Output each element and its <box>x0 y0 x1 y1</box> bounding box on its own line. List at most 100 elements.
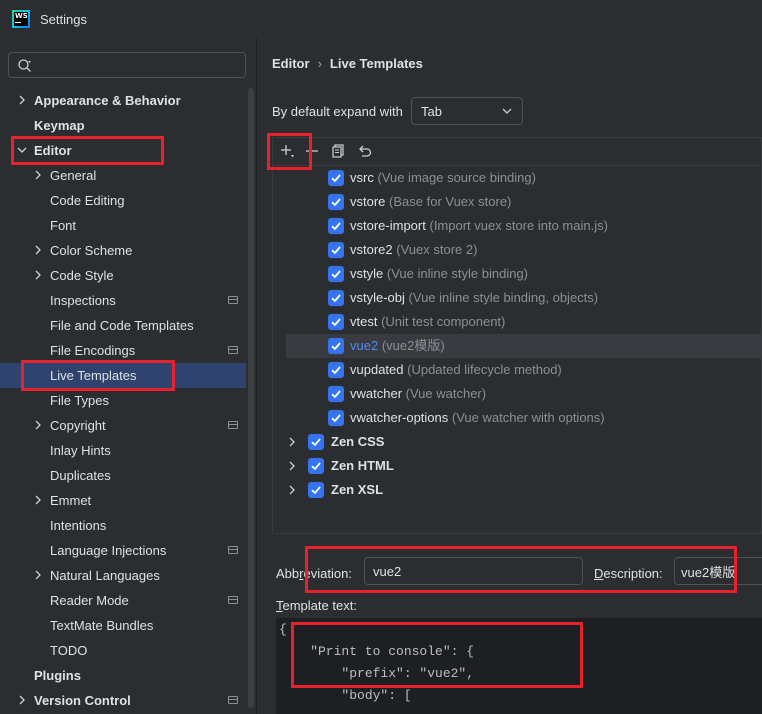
sidebar-item-editor[interactable]: Editor <box>0 138 246 163</box>
sidebar-scrollbar[interactable] <box>248 88 254 708</box>
sidebar-item-inspections[interactable]: Inspections <box>0 288 246 313</box>
sidebar-item-appearance-behavior[interactable]: Appearance & Behavior <box>0 88 246 113</box>
template-row[interactable]: vsrc (Vue image source binding) <box>273 166 761 190</box>
search-box[interactable] <box>8 52 246 78</box>
chevron-right-icon[interactable] <box>33 570 43 580</box>
abbreviation-input[interactable] <box>364 557 583 585</box>
sidebar-item-textmate-bundles[interactable]: TextMate Bundles <box>0 613 246 638</box>
template-description: (Vue inline style binding) <box>386 266 529 281</box>
copy-icon[interactable] <box>330 143 346 159</box>
chevron-right-icon[interactable] <box>33 495 43 505</box>
template-item: vsrc (Vue image source binding) <box>350 166 536 190</box>
checkbox[interactable] <box>328 362 344 378</box>
sidebar-item-color-scheme[interactable]: Color Scheme <box>0 238 246 263</box>
code-line: { <box>279 622 287 637</box>
checkbox[interactable] <box>308 482 324 498</box>
sidebar-item-duplicates[interactable]: Duplicates <box>0 463 246 488</box>
template-row[interactable]: vupdated (Updated lifecycle method) <box>273 358 761 382</box>
template-row[interactable]: vstyle-obj (Vue inline style binding, ob… <box>273 286 761 310</box>
sidebar-item-intentions[interactable]: Intentions <box>0 513 246 538</box>
project-level-icon <box>228 696 238 704</box>
sidebar-item-copyright[interactable]: Copyright <box>0 413 246 438</box>
sidebar-item-inlay-hints[interactable]: Inlay Hints <box>0 438 246 463</box>
sidebar-item-file-types[interactable]: File Types <box>0 388 246 413</box>
sidebar-item-general[interactable]: General <box>0 163 246 188</box>
chevron-right-icon[interactable] <box>33 420 43 430</box>
template-description: (Updated lifecycle method) <box>407 362 562 377</box>
template-row[interactable]: vstore2 (Vuex store 2) <box>273 238 761 262</box>
template-row[interactable]: vstyle (Vue inline style binding) <box>273 262 761 286</box>
sidebar-item-code-editing[interactable]: Code Editing <box>0 188 246 213</box>
sidebar-item-language-injections[interactable]: Language Injections <box>0 538 246 563</box>
template-name: vstore <box>350 194 386 209</box>
sidebar-item-file-and-code-templates[interactable]: File and Code Templates <box>0 313 246 338</box>
sidebar-item-label: General <box>50 168 97 183</box>
sidebar-item-todo[interactable]: TODO <box>0 638 246 663</box>
template-item: vstore-import (Import vuex store into ma… <box>350 214 608 238</box>
template-item: vstore2 (Vuex store 2) <box>350 238 477 262</box>
checkbox[interactable] <box>308 434 324 450</box>
checkbox[interactable] <box>328 170 344 186</box>
chevron-right-icon[interactable] <box>287 437 297 447</box>
checkbox[interactable] <box>328 242 344 258</box>
template-row[interactable]: vtest (Unit test component) <box>273 310 761 334</box>
sidebar-item-keymap[interactable]: Keymap <box>0 113 246 138</box>
checkbox[interactable] <box>328 266 344 282</box>
checkbox[interactable] <box>328 386 344 402</box>
sidebar-item-plugins[interactable]: Plugins <box>0 663 246 688</box>
project-level-icon <box>228 596 238 604</box>
sidebar-item-reader-mode[interactable]: Reader Mode <box>0 588 246 613</box>
checkbox[interactable] <box>308 458 324 474</box>
checkbox[interactable] <box>328 290 344 306</box>
sidebar-item-live-templates[interactable]: Live Templates <box>0 363 246 388</box>
checkmark-icon <box>331 246 341 255</box>
template-group-name: Zen XSL <box>331 482 384 497</box>
checkmark-icon <box>331 342 341 351</box>
template-description: (Vuex store 2) <box>396 242 478 257</box>
template-item: vstyle-obj (Vue inline style binding, ob… <box>350 286 598 310</box>
sidebar-item-code-style[interactable]: Code Style <box>0 263 246 288</box>
template-text-editor[interactable]: { "Print to console": { "prefix": "vue2"… <box>276 618 762 714</box>
description-label: Description: <box>594 566 663 581</box>
checkbox[interactable] <box>328 314 344 330</box>
checkbox[interactable] <box>328 194 344 210</box>
sidebar-item-font[interactable]: Font <box>0 213 246 238</box>
template-name: vstyle <box>350 266 384 281</box>
template-row[interactable]: vwatcher (Vue watcher) <box>273 382 761 406</box>
checkbox[interactable] <box>328 218 344 234</box>
template-row[interactable]: vstore (Base for Vuex store) <box>273 190 761 214</box>
checkbox[interactable] <box>328 338 344 354</box>
add-icon[interactable] <box>279 143 295 159</box>
chevron-right-icon[interactable] <box>33 170 43 180</box>
chevron-right-icon[interactable] <box>33 245 43 255</box>
sidebar-item-label: Code Editing <box>50 193 125 208</box>
template-row[interactable]: vue2 (vue2模版) <box>286 334 761 358</box>
search-input[interactable] <box>39 56 243 76</box>
breadcrumb-separator-icon: › <box>317 56 322 71</box>
description-input[interactable] <box>674 557 762 585</box>
template-row[interactable]: vstore-import (Import vuex store into ma… <box>273 214 761 238</box>
template-group-row[interactable]: Zen HTML <box>273 454 761 478</box>
chevron-down-icon[interactable] <box>17 145 27 155</box>
chevron-right-icon[interactable] <box>17 695 27 705</box>
sidebar-item-file-encodings[interactable]: File Encodings <box>0 338 246 363</box>
chevron-right-icon[interactable] <box>287 485 297 495</box>
chevron-right-icon[interactable] <box>17 95 27 105</box>
chevron-right-icon[interactable] <box>33 270 43 280</box>
sidebar-item-emmet[interactable]: Emmet <box>0 488 246 513</box>
chevron-right-icon[interactable] <box>287 461 297 471</box>
checkbox[interactable] <box>328 410 344 426</box>
project-level-icon <box>228 546 238 554</box>
breadcrumb-parent[interactable]: Editor <box>272 56 310 71</box>
remove-icon[interactable] <box>304 143 320 159</box>
restore-icon[interactable] <box>357 143 373 159</box>
template-row[interactable]: vwatcher-options (Vue watcher with optio… <box>273 406 761 430</box>
sidebar-item-natural-languages[interactable]: Natural Languages <box>0 563 246 588</box>
sidebar-item-label: Code Style <box>50 268 114 283</box>
template-item: vwatcher (Vue watcher) <box>350 382 486 406</box>
sidebar-item-version-control[interactable]: Version Control <box>0 688 246 713</box>
template-group-row[interactable]: Zen CSS <box>273 430 761 454</box>
expand-with-select[interactable]: Tab <box>411 97 523 125</box>
expand-with-label: By default expand with <box>272 104 403 119</box>
template-group-row[interactable]: Zen XSL <box>273 478 761 502</box>
